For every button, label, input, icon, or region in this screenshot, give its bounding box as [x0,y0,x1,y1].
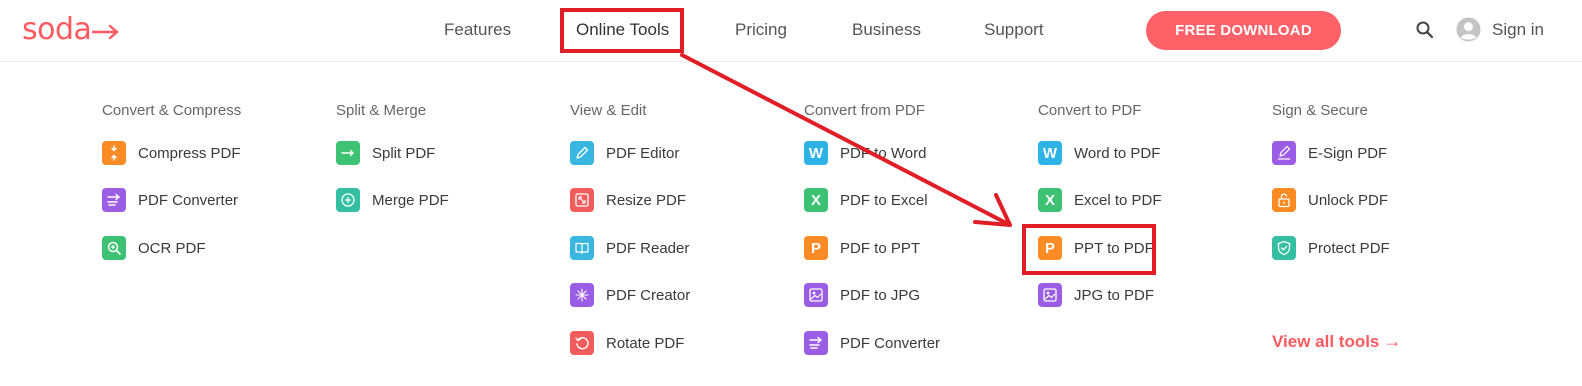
shield-icon [1272,236,1296,260]
menu-item-word-to-pdf[interactable]: W Word to PDF [1038,141,1160,165]
menu-column-sign-secure: Sign & Secure E-Sign PDF Unlock PDF Prot… [1272,100,1390,260]
menu-item-pdf-reader[interactable]: PDF Reader [570,236,689,260]
item-label: PDF Converter [138,191,239,209]
item-label: Unlock PDF [1308,191,1389,209]
item-label: Rotate PDF [606,334,685,352]
menu-item-excel-to-pdf[interactable]: X Excel to PDF [1038,188,1162,212]
menu-item-pdf-editor[interactable]: PDF Editor [570,141,679,165]
menu-item-split-pdf[interactable]: Split PDF [336,141,435,165]
item-label: Word to PDF [1074,144,1161,162]
item-label: Compress PDF [138,144,241,162]
highlight-box-online-tools [560,8,684,53]
ocr-icon [102,236,126,260]
merge-icon [336,188,360,212]
split-icon [336,141,360,165]
menu-item-jpg-to-pdf[interactable]: JPG to PDF [1038,283,1154,307]
arrow-right-icon: → [1383,331,1402,351]
sparkle-icon [570,283,594,307]
image-icon [1038,283,1062,307]
menu-column-view-edit: View & Edit PDF Editor Resize PDF PDF Re… [570,100,690,355]
logo-wordmark: soda [22,12,92,47]
user-avatar-icon [1456,17,1481,42]
menu-item-e-sign-pdf[interactable]: E-Sign PDF [1272,141,1387,165]
pencil-icon [570,141,594,165]
item-label: PDF Reader [606,239,690,257]
highlight-box-ppt-to-pdf [1022,224,1156,275]
menu-item-pdf-creator[interactable]: PDF Creator [570,283,690,307]
menu-item-pdf-to-word[interactable]: W PDF to Word [804,141,926,165]
item-label: PDF Editor [606,144,680,162]
signature-icon [1272,141,1296,165]
free-download-button[interactable]: FREE DOWNLOAD [1146,11,1341,50]
menu-item-compress-pdf[interactable]: Compress PDF [102,141,241,165]
column-title: Convert & Compress [102,102,242,119]
search-icon[interactable] [1415,20,1435,40]
menu-item-pdf-to-jpg[interactable]: PDF to JPG [804,283,920,307]
unlock-icon [1272,188,1296,212]
view-all-label: View all tools [1272,331,1380,351]
column-title: Sign & Secure [1272,102,1368,119]
excel-icon: X [1038,188,1062,212]
compress-icon [102,141,126,165]
item-label: PDF to Word [840,144,927,162]
item-label: PDF to Excel [840,191,928,209]
item-label: Merge PDF [372,191,449,209]
sign-in-label: Sign in [1492,19,1544,39]
menu-column-split-merge: Split & Merge Split PDF Merge PDF [336,100,449,212]
soda-logo[interactable]: soda [22,12,120,48]
excel-icon: X [804,188,828,212]
column-title: Convert from PDF [804,102,925,119]
menu-item-pdf-converter[interactable]: PDF Converter [102,188,238,212]
menu-item-merge-pdf[interactable]: Merge PDF [336,188,449,212]
menu-item-pdf-converter-2[interactable]: PDF Converter [804,331,940,355]
convert-icon [102,188,126,212]
item-label: Resize PDF [606,191,687,209]
logo-arrow-icon [92,24,119,40]
menu-column-convert-compress: Convert & Compress Compress PDF PDF Conv… [102,100,242,260]
nav-features[interactable]: Features [444,18,511,42]
top-navigation-bar: soda Features Online Tools Pricing Busin… [0,0,1582,62]
convert-icon [804,331,828,355]
item-label: E-Sign PDF [1308,144,1388,162]
nav-support[interactable]: Support [984,18,1044,42]
menu-item-pdf-to-ppt[interactable]: P PDF to PPT [804,236,920,260]
item-label: Protect PDF [1308,239,1390,257]
resize-icon [570,188,594,212]
word-icon: W [804,141,828,165]
item-label: PDF Creator [606,286,691,304]
book-icon [570,236,594,260]
item-label: OCR PDF [138,239,206,257]
menu-item-pdf-to-excel[interactable]: X PDF to Excel [804,188,928,212]
menu-item-resize-pdf[interactable]: Resize PDF [570,188,686,212]
item-label: Split PDF [372,144,436,162]
item-label: PDF to PPT [840,239,921,257]
image-icon [804,283,828,307]
view-all-tools-link[interactable]: View all tools → [1272,331,1401,352]
item-label: Excel to PDF [1074,191,1162,209]
menu-column-convert-to-pdf: Convert to PDF W Word to PDF X Excel to … [1038,100,1162,307]
nav-pricing[interactable]: Pricing [735,18,787,42]
item-label: PDF Converter [840,334,941,352]
ppt-icon: P [804,236,828,260]
column-title: Convert to PDF [1038,102,1142,119]
rotate-icon [570,331,594,355]
menu-column-convert-from-pdf: Convert from PDF W PDF to Word X PDF to … [804,100,940,355]
menu-item-ocr-pdf[interactable]: OCR PDF [102,236,206,260]
column-title: View & Edit [570,102,647,119]
nav-business[interactable]: Business [852,18,921,42]
item-label: JPG to PDF [1074,286,1155,304]
item-label: PDF to JPG [840,286,921,304]
menu-item-rotate-pdf[interactable]: Rotate PDF [570,331,684,355]
menu-item-protect-pdf[interactable]: Protect PDF [1272,236,1390,260]
sign-in-link[interactable]: Sign in [1456,17,1544,42]
word-icon: W [1038,141,1062,165]
menu-item-unlock-pdf[interactable]: Unlock PDF [1272,188,1388,212]
column-title: Split & Merge [336,102,427,119]
